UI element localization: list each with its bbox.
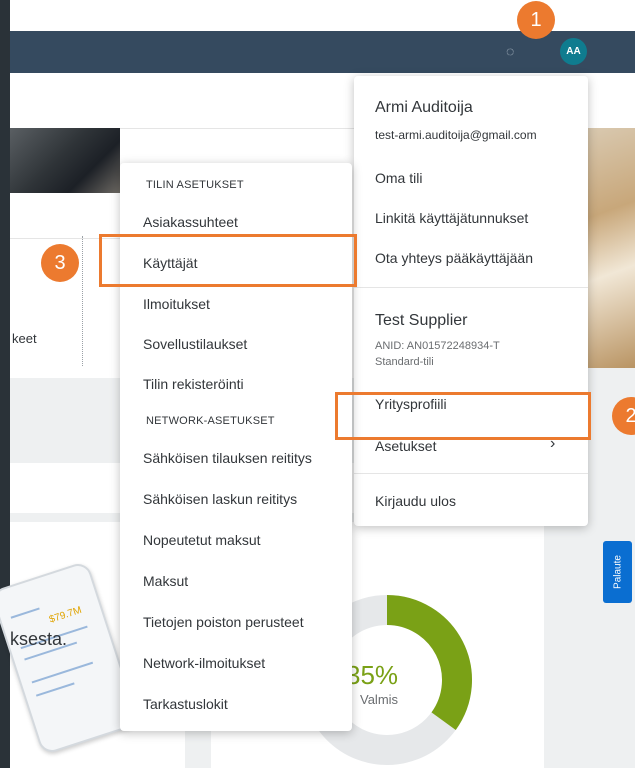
callout-badge-3: 3 — [41, 244, 79, 282]
settings-item-account-registration[interactable]: Tilin rekisteröinti — [143, 376, 244, 392]
settings-item-order-routing[interactable]: Sähköisen tilauksen reititys — [143, 450, 312, 466]
menu-divider — [354, 473, 588, 474]
promo-text: ksesta. — [10, 629, 68, 649]
menu-item-contact-admin[interactable]: Ota yhteys pääkäyttäjään — [375, 250, 533, 266]
highlight-settings — [335, 392, 591, 440]
menu-item-logout[interactable]: Kirjaudu ulos — [375, 493, 456, 509]
settings-item-customer-relations[interactable]: Asiakassuhteet — [143, 214, 238, 230]
settings-item-invoice-routing[interactable]: Sähköisen laskun reititys — [143, 491, 297, 507]
settings-item-audit-logs[interactable]: Tarkastuslokit — [143, 696, 228, 712]
hero-image-right — [588, 128, 635, 368]
page-section — [10, 463, 120, 513]
tile-divider — [82, 236, 83, 366]
settings-item-network-notifications[interactable]: Network-ilmoitukset — [143, 655, 265, 671]
feedback-button[interactable]: Palaute — [603, 541, 632, 603]
menu-item-link-ids[interactable]: Linkitä käyttäjätunnukset — [375, 210, 528, 226]
user-name: Armi Auditoija — [375, 99, 473, 116]
callout-badge-1: 1 — [517, 1, 555, 39]
menu-item-own-account[interactable]: Oma tili — [375, 170, 422, 186]
window-frame — [0, 0, 10, 768]
progress-percent: 35% — [346, 660, 399, 690]
company-anid: ANID: AN01572248934-T — [375, 340, 500, 352]
tile-label: keet — [12, 331, 37, 346]
menu-item-settings[interactable]: Asetukset — [375, 438, 436, 454]
account-type: Standard-tili — [375, 356, 434, 368]
user-email: test-armi.auditoija@gmail.com — [375, 128, 537, 142]
settings-item-payments[interactable]: Maksut — [143, 573, 188, 589]
settings-item-accelerated-payments[interactable]: Nopeutetut maksut — [143, 532, 261, 548]
settings-item-notifications[interactable]: Ilmoitukset — [143, 296, 210, 312]
network-settings-header: NETWORK-ASETUKSET — [146, 415, 275, 427]
account-settings-header: TILIN ASETUKSET — [146, 179, 244, 191]
hero-image — [10, 128, 120, 193]
progress-status: Valmis — [360, 692, 399, 707]
menu-divider — [354, 287, 588, 288]
highlight-users — [99, 234, 357, 287]
settings-item-app-subscriptions[interactable]: Sovellustilaukset — [143, 336, 247, 352]
company-name: Test Supplier — [375, 312, 468, 329]
phone-amount: $79.7M — [47, 604, 84, 626]
feedback-label: Palaute — [612, 555, 623, 589]
settings-item-data-deletion[interactable]: Tietojen poiston perusteet — [143, 614, 304, 630]
user-menu: Armi Auditoija test-armi.auditoija@gmail… — [354, 76, 588, 526]
help-icon[interactable]: ◌ — [506, 43, 522, 59]
avatar[interactable]: AA — [560, 38, 587, 65]
